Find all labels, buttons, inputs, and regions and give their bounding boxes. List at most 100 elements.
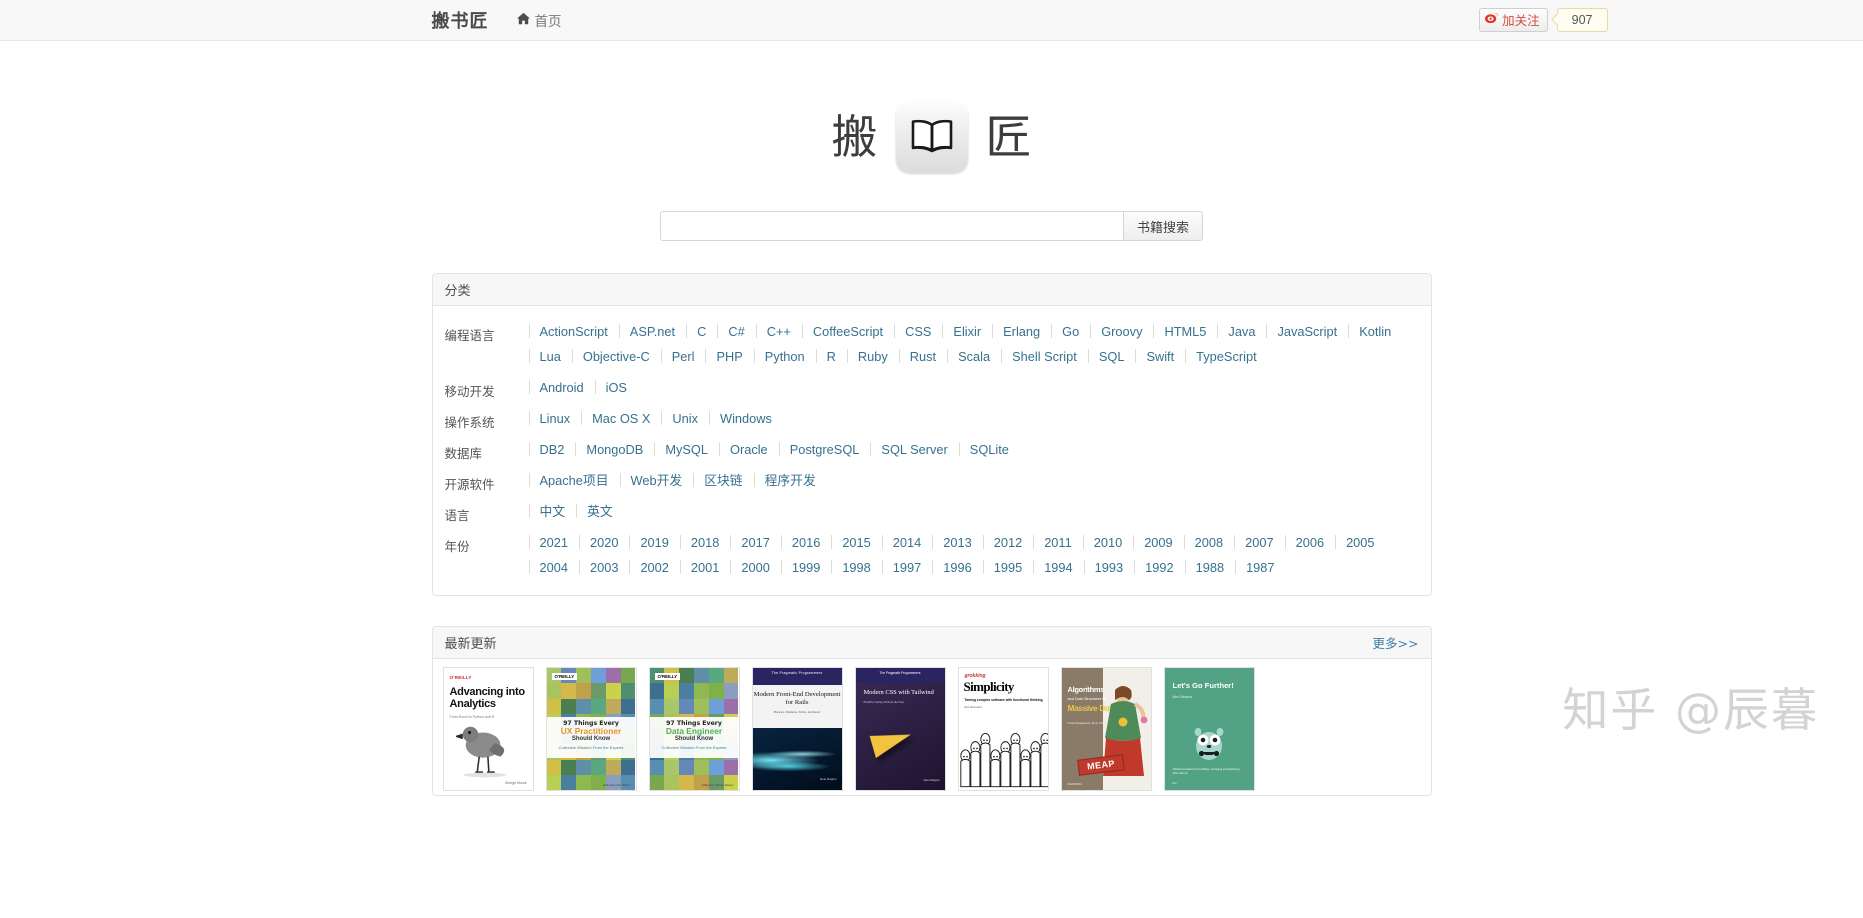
category-link[interactable]: Groovy: [1090, 319, 1153, 344]
category-link[interactable]: 2010: [1083, 530, 1133, 555]
category-link[interactable]: 1997: [882, 555, 932, 580]
category-link[interactable]: 2003: [579, 555, 629, 580]
book-card[interactable]: The Pragmatic ProgrammersModern Front-En…: [752, 667, 843, 791]
category-link[interactable]: 2005: [1335, 530, 1385, 555]
book-cover[interactable]: The Pragmatic ProgrammersModern CSS with…: [855, 667, 946, 791]
search-button[interactable]: 书籍搜索: [1123, 211, 1203, 241]
category-link[interactable]: ASP.net: [619, 319, 686, 344]
category-link[interactable]: 2015: [831, 530, 881, 555]
book-card[interactable]: Let's Go Further!Alex EdwardsAdvanced pa…: [1164, 667, 1255, 791]
category-link[interactable]: C++: [756, 319, 802, 344]
category-link[interactable]: TypeScript: [1185, 344, 1267, 369]
category-link[interactable]: C#: [717, 319, 755, 344]
category-link[interactable]: SQL: [1088, 344, 1136, 369]
weibo-follow-button[interactable]: 加关注: [1479, 8, 1548, 32]
book-cover[interactable]: Let's Go Further!Alex EdwardsAdvanced pa…: [1164, 667, 1255, 791]
category-link[interactable]: 2002: [629, 555, 679, 580]
category-link[interactable]: Python: [754, 344, 816, 369]
category-link[interactable]: Rust: [899, 344, 947, 369]
category-link[interactable]: 2016: [781, 530, 831, 555]
category-link[interactable]: 2007: [1234, 530, 1284, 555]
category-link[interactable]: 2008: [1184, 530, 1234, 555]
category-link[interactable]: PHP: [705, 344, 753, 369]
nav-home-link[interactable]: 首页: [517, 10, 562, 30]
category-link[interactable]: 1992: [1134, 555, 1184, 580]
category-link[interactable]: 程序开发: [754, 468, 827, 493]
category-link[interactable]: 2020: [579, 530, 629, 555]
category-link[interactable]: Elixir: [942, 319, 992, 344]
book-cover[interactable]: Algorithmsand Data Structures forMassive…: [1061, 667, 1152, 791]
book-cover[interactable]: The Pragmatic ProgrammersModern Front-En…: [752, 667, 843, 791]
category-link[interactable]: Go: [1051, 319, 1090, 344]
category-link[interactable]: iOS: [595, 375, 638, 400]
category-link[interactable]: C: [686, 319, 717, 344]
category-link[interactable]: Kotlin: [1348, 319, 1402, 344]
category-link[interactable]: 2018: [680, 530, 730, 555]
book-card[interactable]: Algorithmsand Data Structures forMassive…: [1061, 667, 1152, 791]
follower-count-badge[interactable]: 907: [1557, 8, 1608, 32]
category-link[interactable]: MongoDB: [575, 437, 654, 462]
category-link[interactable]: Java: [1217, 319, 1266, 344]
category-link[interactable]: Perl: [661, 344, 706, 369]
category-link[interactable]: 2006: [1285, 530, 1335, 555]
book-cover[interactable]: O'REILLY97 Things EveryData EngineerShou…: [649, 667, 740, 791]
category-link[interactable]: 2017: [730, 530, 780, 555]
category-link[interactable]: MySQL: [654, 437, 719, 462]
category-link[interactable]: ActionScript: [529, 319, 619, 344]
category-link[interactable]: Lua: [529, 344, 572, 369]
category-link[interactable]: DB2: [529, 437, 576, 462]
category-link[interactable]: R: [816, 344, 847, 369]
category-link[interactable]: SQLite: [959, 437, 1020, 462]
category-link[interactable]: Apache项目: [529, 468, 620, 493]
category-link[interactable]: 2011: [1033, 530, 1083, 555]
category-link[interactable]: 1987: [1235, 555, 1285, 580]
category-link[interactable]: 2000: [730, 555, 780, 580]
book-card[interactable]: O'REILLY97 Things EveryUX PractitionerSh…: [546, 667, 637, 791]
site-logo[interactable]: 搬 匠: [0, 89, 1863, 185]
category-link[interactable]: 英文: [576, 499, 624, 524]
category-link[interactable]: Unix: [661, 406, 709, 431]
search-input[interactable]: [660, 211, 1123, 241]
category-link[interactable]: SQL Server: [870, 437, 958, 462]
category-link[interactable]: 区块链: [693, 468, 753, 493]
category-link[interactable]: Shell Script: [1001, 344, 1088, 369]
latest-more-link[interactable]: 更多>>: [1373, 633, 1419, 652]
category-link[interactable]: Objective-C: [572, 344, 661, 369]
category-link[interactable]: 1998: [831, 555, 881, 580]
book-card[interactable]: grokkingSimplicityTaming complex softwar…: [958, 667, 1049, 791]
category-link[interactable]: Swift: [1135, 344, 1185, 369]
category-link[interactable]: 2013: [932, 530, 982, 555]
book-cover[interactable]: grokkingSimplicityTaming complex softwar…: [958, 667, 1049, 791]
category-link[interactable]: CSS: [894, 319, 942, 344]
category-link[interactable]: Scala: [947, 344, 1001, 369]
category-link[interactable]: PostgreSQL: [779, 437, 871, 462]
category-link[interactable]: 2014: [882, 530, 932, 555]
book-cover[interactable]: O'REILLYAdvancing into AnalyticsFrom Exc…: [443, 667, 534, 791]
category-link[interactable]: 2001: [680, 555, 730, 580]
site-brand-link[interactable]: 搬书匠: [432, 7, 489, 33]
category-link[interactable]: 1994: [1033, 555, 1083, 580]
category-link[interactable]: Web开发: [620, 468, 694, 493]
book-card[interactable]: O'REILLYAdvancing into AnalyticsFrom Exc…: [443, 667, 534, 791]
category-link[interactable]: JavaScript: [1266, 319, 1348, 344]
category-link[interactable]: Ruby: [847, 344, 899, 369]
category-link[interactable]: 2004: [529, 555, 579, 580]
category-link[interactable]: Erlang: [992, 319, 1051, 344]
category-link[interactable]: 2021: [529, 530, 579, 555]
category-link[interactable]: Oracle: [719, 437, 779, 462]
category-link[interactable]: 1999: [781, 555, 831, 580]
category-link[interactable]: 1996: [932, 555, 982, 580]
book-card[interactable]: The Pragmatic ProgrammersModern CSS with…: [855, 667, 946, 791]
category-link[interactable]: Android: [529, 375, 595, 400]
category-link[interactable]: 2019: [629, 530, 679, 555]
category-link[interactable]: 1995: [983, 555, 1033, 580]
category-link[interactable]: Linux: [529, 406, 582, 431]
category-link[interactable]: 1988: [1185, 555, 1235, 580]
category-link[interactable]: CoffeeScript: [802, 319, 894, 344]
category-link[interactable]: 2009: [1133, 530, 1183, 555]
category-link[interactable]: 中文: [529, 499, 577, 524]
category-link[interactable]: Windows: [709, 406, 783, 431]
book-cover[interactable]: O'REILLY97 Things EveryUX PractitionerSh…: [546, 667, 637, 791]
book-card[interactable]: O'REILLY97 Things EveryData EngineerShou…: [649, 667, 740, 791]
category-link[interactable]: 1993: [1084, 555, 1134, 580]
